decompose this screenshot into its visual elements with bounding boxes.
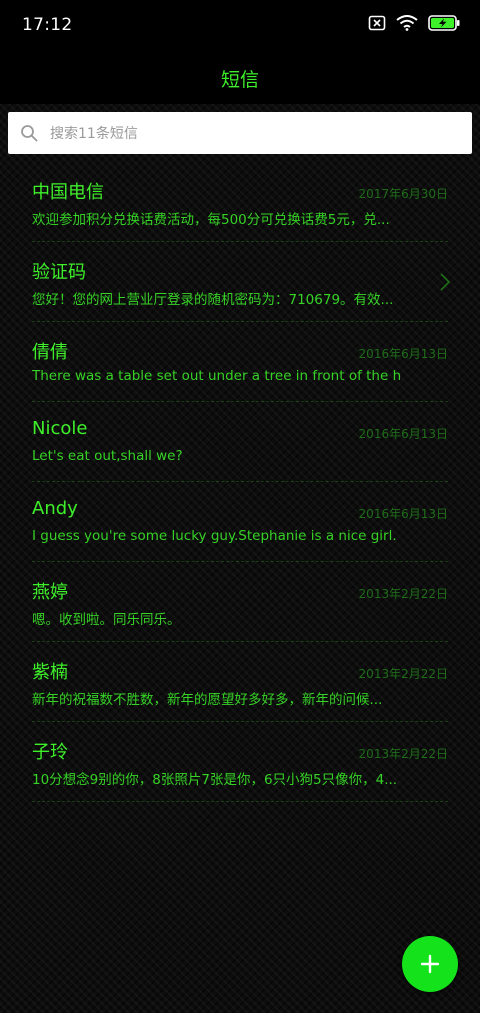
message-date: 2016年6月13日	[358, 347, 448, 361]
battery-charging-icon	[428, 15, 460, 31]
message-date: 2016年6月13日	[358, 507, 448, 521]
plus-icon	[420, 954, 440, 974]
message-preview: I guess you're some lucky guy.Stephanie …	[32, 528, 397, 544]
message-item[interactable]: 紫楠 2013年2月22日 新年的祝福数不胜数，新年的愿望好多好多，新年的问候.…	[32, 642, 448, 722]
status-time: 17:12	[22, 15, 73, 35]
message-sender: Nicole	[32, 418, 88, 439]
message-date: 2013年2月22日	[358, 747, 448, 761]
message-item[interactable]: 倩倩 2016年6月13日 There was a table set out …	[32, 322, 448, 402]
message-item[interactable]: 子玲 2013年2月22日 10分想念9别的你，8张照片7张是你，6只小狗5只像…	[32, 722, 448, 802]
message-sender: 倩倩	[32, 342, 68, 363]
message-sender: 中国电信	[32, 182, 104, 203]
search-icon	[21, 125, 38, 142]
wifi-icon	[396, 15, 418, 31]
message-date: 2013年2月22日	[358, 587, 448, 601]
message-preview: 10分想念9别的你，8张照片7张是你，6只小狗5只像你，4...	[32, 772, 398, 788]
message-preview: 新年的祝福数不胜数，新年的愿望好多好多，新年的问候...	[32, 692, 383, 708]
message-date: 2017年6月30日	[358, 187, 448, 201]
message-date: 2013年2月22日	[358, 667, 448, 681]
message-preview: 您好！您的网上营业厅登录的随机密码为：710679。有效...	[32, 292, 394, 308]
message-sender: 子玲	[32, 742, 68, 763]
message-item[interactable]: Nicole 2016年6月13日 Let's eat out,shall we…	[32, 402, 448, 482]
message-preview: 欢迎参加积分兑换话费活动，每500分可兑换话费5元，兑...	[32, 212, 390, 228]
status-bar: 17:12	[0, 0, 480, 52]
search-bar[interactable]: 搜索11条短信	[8, 112, 472, 154]
message-item[interactable]: 中国电信 2017年6月30日 欢迎参加积分兑换话费活动，每500分可兑换话费5…	[32, 162, 448, 242]
message-preview: Let's eat out,shall we?	[32, 448, 183, 464]
message-preview: There was a table set out under a tree i…	[32, 368, 402, 384]
message-list: 中国电信 2017年6月30日 欢迎参加积分兑换话费活动，每500分可兑换话费5…	[0, 162, 480, 802]
message-sender: 验证码	[32, 262, 86, 283]
status-icons	[368, 15, 460, 31]
chevron-right-icon	[440, 273, 451, 291]
search-placeholder: 搜索11条短信	[50, 126, 138, 142]
sim-blocked-icon	[368, 15, 386, 31]
message-date: 2016年6月13日	[358, 427, 448, 441]
message-item[interactable]: 验证码 您好！您的网上营业厅登录的随机密码为：710679。有效...	[32, 242, 451, 322]
page-title: 短信	[220, 68, 259, 91]
app-header: 短信	[0, 52, 480, 104]
message-preview: 嗯。收到啦。同乐同乐。	[32, 612, 181, 628]
message-item[interactable]: Andy 2016年6月13日 I guess you're some luck…	[32, 482, 448, 562]
message-sender: Andy	[32, 498, 78, 519]
message-sender: 紫楠	[32, 662, 68, 683]
message-sender: 燕婷	[32, 582, 68, 603]
new-message-button[interactable]	[402, 936, 458, 992]
message-item[interactable]: 燕婷 2013年2月22日 嗯。收到啦。同乐同乐。	[32, 562, 448, 642]
